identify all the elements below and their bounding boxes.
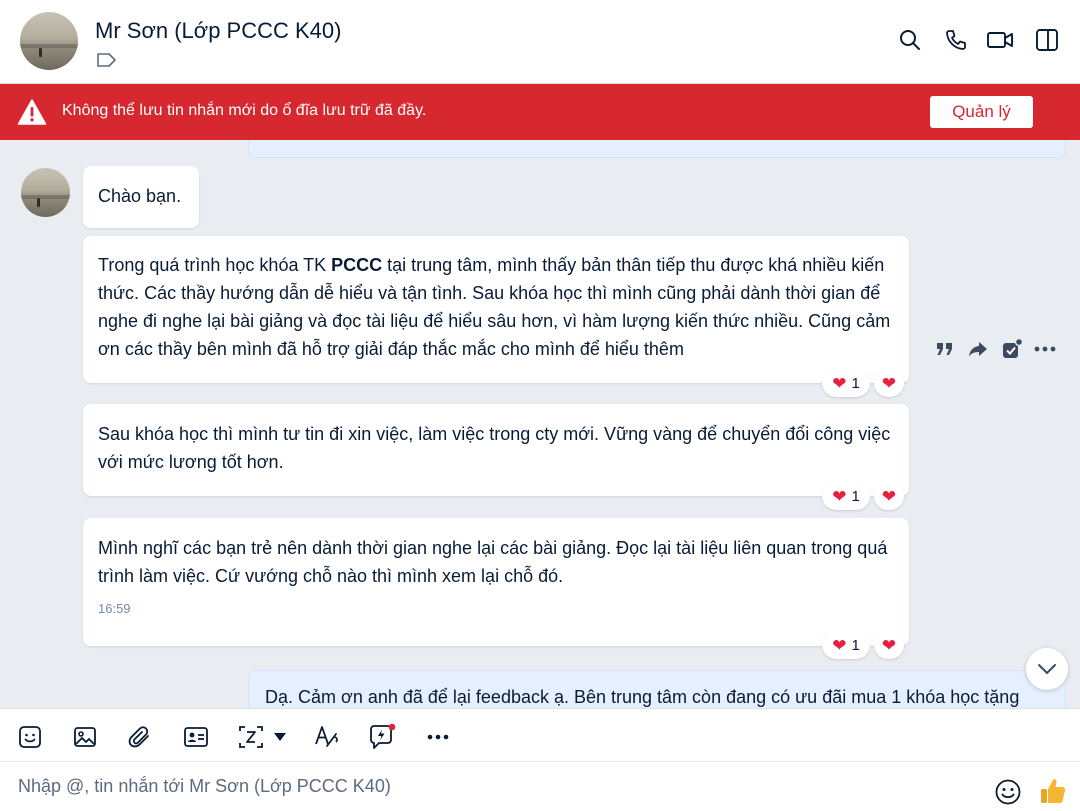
heart-icon: ❤ [881,373,897,393]
message-text: Trong quá trình học khóa TK PCCC tại tru… [98,255,891,359]
react-button[interactable]: ❤ [874,631,904,659]
screenshot-button[interactable] [237,723,265,751]
warning-icon [17,99,47,125]
message-bubble[interactable]: Sau khóa học thì mình tư tin đi xin việc… [83,404,909,496]
message-list[interactable]: Chào bạn. Trong quá trình học khóa TK PC… [0,140,1080,708]
contact-card-icon [184,727,208,747]
contact-name[interactable]: Mr Sơn (Lớp PCCC K40) [95,18,341,44]
emoji-icon [995,779,1021,805]
heart-icon: ❤ [832,486,847,506]
mark-task-button[interactable] [1000,337,1024,361]
quote-icon [936,343,952,355]
thumbs-up-icon [1041,779,1066,803]
heart-icon: ❤ [881,635,897,655]
reaction-summary[interactable]: ❤ 1 [822,369,870,397]
task-check-icon [1002,338,1023,358]
composer-toolbar [0,708,1080,762]
emoji-button[interactable] [994,778,1022,806]
search-icon [900,30,920,50]
heart-icon: ❤ [881,486,897,506]
toggle-info-panel-button[interactable] [1033,26,1061,54]
reaction-summary[interactable]: ❤ 1 [822,631,870,659]
message-bubble[interactable]: Trong quá trình học khóa TK PCCC tại tru… [83,236,909,383]
chevron-down-icon [1038,664,1056,674]
message-timestamp: 16:59 [98,601,131,616]
phone-icon [946,30,966,50]
alert-message: Không thể lưu tin nhắn mới do ổ đĩa lưu … [62,102,427,119]
message-text: Mình nghĩ các bạn trẻ nên dành thời gian… [98,538,888,586]
reaction-count: 1 [851,636,860,654]
reaction-count: 1 [851,374,860,392]
message-text: Chào bạn. [98,186,182,206]
quick-message-icon [370,723,396,749]
message-text: Sau khóa học thì mình tư tin đi xin việc… [98,424,891,472]
heart-icon: ❤ [832,373,847,393]
sticker-icon [19,726,41,748]
chat-header: Mr Sơn (Lớp PCCC K40) [0,0,1080,84]
message-composer [0,762,1080,811]
tag-icon[interactable] [96,52,118,68]
quick-message-button[interactable] [368,723,396,751]
screenshot-options-dropdown[interactable] [268,723,292,751]
forward-icon [969,342,988,357]
screenshot-icon [239,726,263,748]
call-button[interactable] [942,26,970,54]
quick-like-button[interactable] [1038,776,1068,806]
outgoing-message[interactable]: Dạ. Cảm ơn anh đã để lại feedback ạ. Bên… [248,670,1066,708]
sender-avatar[interactable] [21,168,70,217]
sidebar-toggle-icon [1036,29,1058,51]
storage-full-alert: Không thể lưu tin nhắn mới do ổ đĩa lưu … [0,84,1080,140]
react-button[interactable]: ❤ [874,369,904,397]
dropdown-icon [274,733,286,741]
more-icon [1034,346,1056,352]
message-bubble[interactable]: Mình nghĩ các bạn trẻ nên dành thời gian… [83,518,909,646]
format-text-icon [315,726,338,747]
react-button[interactable]: ❤ [874,482,904,510]
message-hover-actions [922,334,1068,364]
quote-button[interactable] [933,337,957,361]
contact-avatar[interactable] [20,12,78,70]
video-call-icon [987,32,1013,48]
sticker-button[interactable] [16,723,44,751]
more-icon [427,734,449,740]
more-tools-button[interactable] [424,723,452,751]
attach-file-button[interactable] [126,723,154,751]
message-bubble[interactable]: Chào bạn. [83,166,199,228]
more-actions-button[interactable] [1033,337,1057,361]
manage-storage-button[interactable]: Quản lý [930,96,1033,128]
image-icon [74,727,96,747]
reaction-count: 1 [851,487,860,505]
send-contact-card-button[interactable] [182,723,210,751]
scroll-to-bottom-button[interactable] [1026,648,1068,690]
previous-outgoing-message[interactable] [248,140,1066,158]
heart-icon: ❤ [832,635,847,655]
image-button[interactable] [71,723,99,751]
message-input[interactable] [0,762,980,811]
format-text-button[interactable] [313,723,341,751]
reaction-summary[interactable]: ❤ 1 [822,482,870,510]
attach-icon [128,726,149,748]
search-button[interactable] [896,26,924,54]
forward-button[interactable] [966,337,990,361]
video-call-button[interactable] [986,26,1014,54]
